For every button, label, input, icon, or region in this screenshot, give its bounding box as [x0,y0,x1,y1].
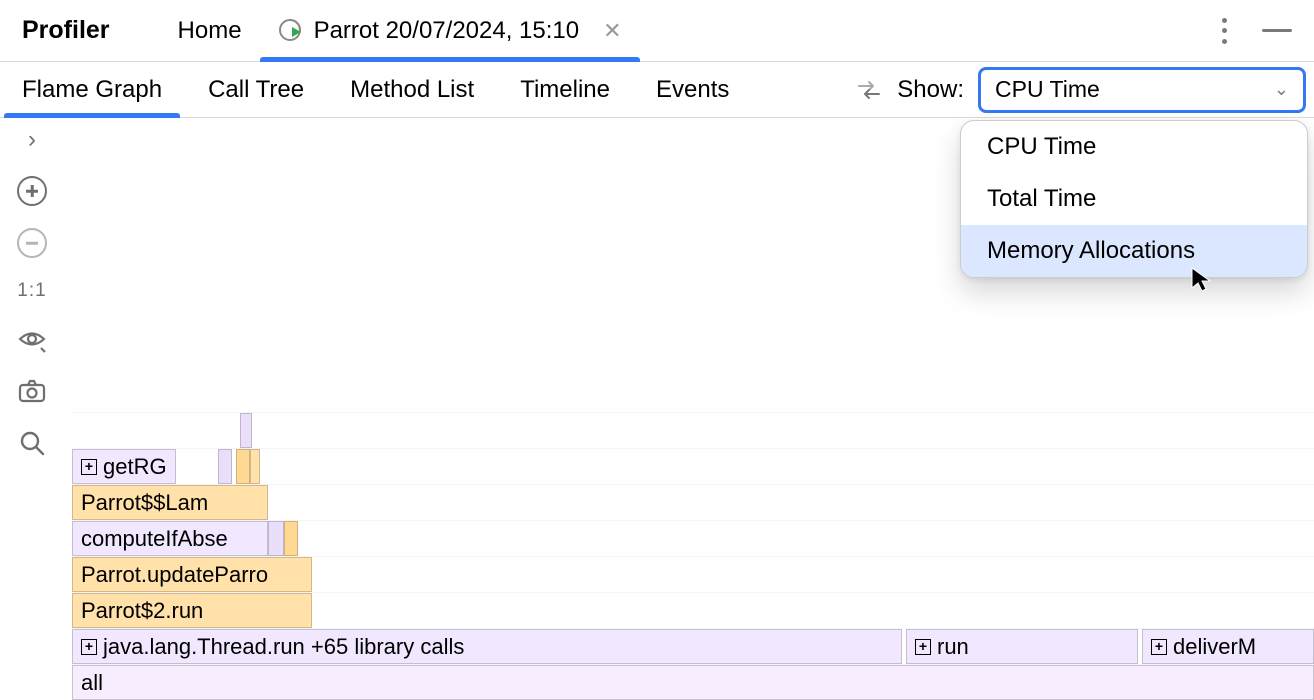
flame-block[interactable] [268,521,284,556]
subtab-bar: Flame Graph Call Tree Method List Timeli… [0,62,1314,118]
expand-icon[interactable]: + [1151,639,1167,655]
flame-row: all [72,664,1314,700]
show-option-cpu[interactable]: CPU Time [961,121,1307,173]
show-dropdown-popup: CPU Time Total Time Memory Allocations [960,120,1308,278]
left-toolbar: › 1:1 [0,126,64,458]
search-icon[interactable] [17,428,47,458]
flame-block[interactable] [284,521,298,556]
expand-icon[interactable]: + [81,459,97,475]
flame-block[interactable] [240,413,252,448]
subtab-timeline[interactable]: Timeline [520,62,610,117]
flame-row: Parrot$$Lam [72,484,1314,520]
flame-block[interactable]: all [72,665,1314,700]
flame-block-label: deliverM [1173,630,1256,664]
close-tab-icon[interactable]: ✕ [603,20,621,42]
zoom-reset-button[interactable]: 1:1 [17,280,46,302]
more-menu-icon[interactable] [1222,18,1228,44]
expand-icon[interactable]: + [81,639,97,655]
topbar-actions [1222,18,1306,44]
show-dropdown-value: CPU Time [995,76,1100,103]
topbar: Profiler Home Parrot 20/07/2024, 15:10 ✕ [0,0,1314,62]
show-option-total[interactable]: Total Time [961,173,1307,225]
profiler-title: Profiler [22,16,110,45]
flame-row: Parrot$2.run [72,592,1314,628]
flame-block[interactable] [218,449,232,484]
flame-block[interactable]: Parrot$$Lam [72,485,268,520]
show-controls: Show: CPU Time ⌄ [855,67,1306,113]
flame-block-label: java.lang.Thread.run +65 library calls [103,630,464,664]
flame-row: + getRG [72,448,1314,484]
show-dropdown[interactable]: CPU Time ⌄ [978,67,1306,113]
visibility-icon[interactable] [17,324,47,354]
tab-home[interactable]: Home [160,0,260,61]
tab-session[interactable]: Parrot 20/07/2024, 15:10 ✕ [260,0,640,61]
flame-block[interactable] [250,449,260,484]
flame-block[interactable]: + deliverM [1142,629,1314,664]
zoom-in-icon[interactable] [17,176,47,206]
flame-block[interactable]: computeIfAbse [72,521,268,556]
flame-block-label: Parrot$2.run [81,594,203,628]
swap-icon[interactable] [855,79,883,101]
subtab-calltree[interactable]: Call Tree [208,62,304,117]
show-option-memory[interactable]: Memory Allocations [961,225,1307,277]
flame-block-label: getRG [103,450,167,484]
flame-block[interactable]: + java.lang.Thread.run +65 library calls [72,629,902,664]
flame-block[interactable]: + run [906,629,1138,664]
flame-block-label: run [937,630,969,664]
screenshot-icon[interactable] [17,376,47,406]
expand-icon[interactable]: + [915,639,931,655]
flame-block-label: all [81,666,103,700]
expand-sidebar-icon[interactable]: › [28,126,36,154]
flame-block-label: Parrot.updateParro [81,558,268,592]
show-label: Show: [897,76,964,104]
cursor-icon [1190,266,1212,292]
subtab-events[interactable]: Events [656,62,729,117]
flame-block[interactable]: Parrot$2.run [72,593,312,628]
chevron-down-icon: ⌄ [1274,79,1289,100]
subtab-methodlist[interactable]: Method List [350,62,474,117]
flame-block-label: Parrot$$Lam [81,486,208,520]
flame-block[interactable]: Parrot.updateParro [72,557,312,592]
tab-home-label: Home [178,17,242,45]
flame-block[interactable]: + getRG [72,449,176,484]
flamegraph[interactable]: all + java.lang.Thread.run +65 library cal… [72,408,1314,700]
tab-session-label: Parrot 20/07/2024, 15:10 [314,17,580,45]
run-config-icon [278,18,304,44]
flame-row: computeIfAbse [72,520,1314,556]
zoom-out-icon[interactable] [17,228,47,258]
flame-row [72,412,1314,448]
flame-row: +java.lang.Thread.run +65 library calls+… [72,628,1314,664]
flame-row: Parrot.updateParro [72,556,1314,592]
subtab-flamegraph[interactable]: Flame Graph [22,62,162,117]
minimize-icon[interactable] [1262,29,1292,32]
flame-block[interactable] [236,449,250,484]
flame-block-label: computeIfAbse [81,522,228,556]
